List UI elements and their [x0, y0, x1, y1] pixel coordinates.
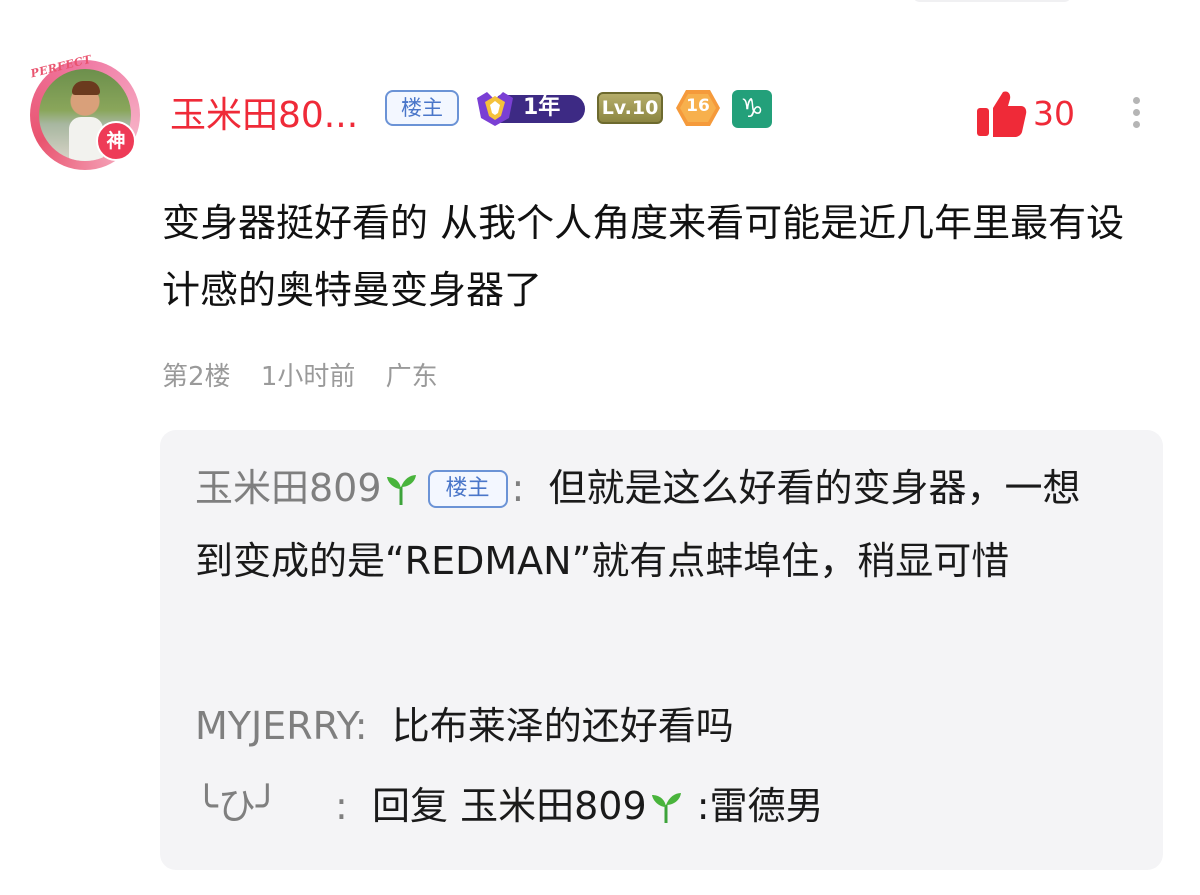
- post-meta: 第2楼 1小时前 广东: [162, 356, 460, 393]
- reply-author[interactable]: ╰ひ╯: [195, 770, 335, 843]
- like-count: 30: [1033, 94, 1075, 133]
- capricorn-zodiac-icon: ♑: [732, 90, 772, 128]
- post-location: 广东: [385, 362, 438, 392]
- top-scroll-pill: [912, 0, 1072, 2]
- like-button[interactable]: 30: [975, 88, 1085, 140]
- reply-author[interactable]: 玉米田809: [195, 466, 382, 510]
- sprout-icon: [651, 793, 681, 823]
- post-time: 1小时前: [260, 362, 356, 392]
- fans-level-number: 16: [686, 96, 710, 116]
- reply-text: 比布莱泽的还好看吗: [391, 704, 734, 748]
- more-options-button[interactable]: [1124, 92, 1148, 140]
- reply-author[interactable]: MYJERRY: [195, 704, 355, 748]
- level-badge[interactable]: Lv.10: [597, 92, 663, 124]
- reply-separator: :: [511, 466, 525, 510]
- thumbs-up-icon: [977, 91, 1027, 137]
- more-dot-icon: [1132, 109, 1140, 116]
- reply-separator: :: [354, 704, 368, 748]
- floor-number: 第2楼: [162, 362, 231, 392]
- god-badge: 神: [96, 121, 136, 161]
- reply-item[interactable]: ╰ひ╯: 回复 玉米田809 :雷德男: [195, 770, 1095, 843]
- owner-tag: 楼主: [427, 470, 508, 508]
- reply-item[interactable]: 玉米田809 楼主: 但就是这么好看的变身器，一想到变成的是“REDMAN”就有点…: [195, 452, 1095, 598]
- reply-separator: :: [335, 784, 348, 828]
- more-dot-icon: [1132, 121, 1140, 128]
- reply-text: :雷德男: [696, 784, 824, 828]
- reply-item[interactable]: MYJERRY: 比布莱泽的还好看吗: [195, 690, 1095, 763]
- owner-tag: 楼主: [385, 90, 459, 126]
- fans-level-badge[interactable]: 16: [674, 88, 722, 128]
- member-year-text: 1年: [523, 95, 561, 120]
- member-year-badge[interactable]: 1年: [473, 88, 585, 128]
- reply-target[interactable]: 玉米田809: [460, 784, 647, 828]
- more-dot-icon: [1132, 97, 1140, 104]
- post-content: 变身器挺好看的 从我个人角度来看可能是近几年里最有设计感的奥特曼变身器了: [162, 201, 1125, 312]
- reply-word: 回复: [371, 784, 448, 828]
- username[interactable]: 玉米田80...: [170, 86, 358, 138]
- sprout-icon: [386, 475, 416, 505]
- crown-diamond-icon: [477, 92, 513, 126]
